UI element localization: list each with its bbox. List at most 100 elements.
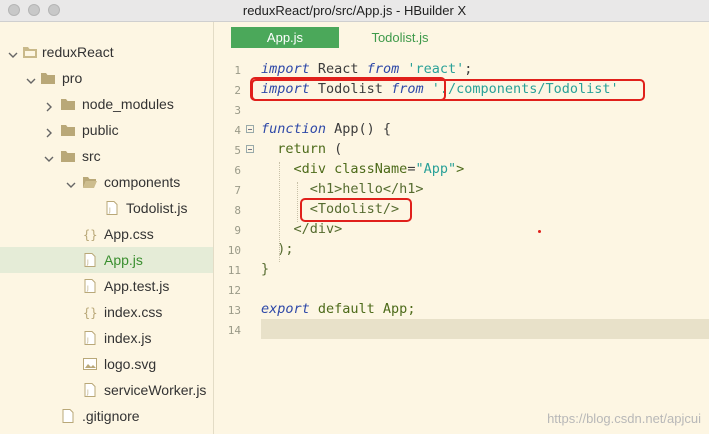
svg-text:J: J	[86, 259, 89, 266]
string-literal: "App"	[415, 161, 457, 177]
code-line-11: }	[261, 261, 270, 277]
code-editor[interactable]: App.js Todolist.js 1 2 3 4 5 6 7 8 9 10 …	[215, 22, 709, 434]
tree-item-label: index.js	[104, 330, 152, 346]
tree-item-logo-svg[interactable]: logo.svg	[0, 351, 213, 377]
tree-item-label: pro	[62, 70, 83, 86]
code-line-1: import React from 'react';	[261, 61, 472, 77]
keyword: return	[261, 141, 327, 157]
tree-item-index-css[interactable]: {} index.css	[0, 299, 213, 325]
fold-toggle-icon[interactable]	[246, 125, 254, 133]
identifier: React	[309, 61, 367, 77]
tree-item-index-js[interactable]: Jindex.js	[0, 325, 213, 351]
svg-text:J: J	[86, 285, 89, 292]
line-number: 12	[227, 284, 241, 297]
js-file-icon: J	[104, 201, 120, 215]
line-number: 6	[234, 164, 241, 177]
js-file-icon: J	[82, 383, 98, 397]
tree-item-pro[interactable]: pro	[0, 65, 213, 91]
punctuation: () {	[358, 121, 392, 137]
tree-item-app-css[interactable]: {} App.css	[0, 221, 213, 247]
code-line-13: export default App;	[261, 301, 415, 317]
fold-toggle-icon[interactable]	[246, 145, 254, 153]
tree-item-label: public	[82, 122, 119, 138]
tree-item-reduxreact[interactable]: reduxReact	[0, 39, 213, 65]
tree-item-label: node_modules	[82, 96, 174, 112]
jsx-attribute: className	[326, 161, 408, 177]
line-number: 10	[227, 244, 241, 257]
tree-item-label: Todolist.js	[126, 200, 188, 216]
line-number: 7	[234, 184, 241, 197]
line-number: 9	[234, 224, 241, 237]
tree-item-label: components	[104, 174, 181, 190]
css-file-icon: {}	[82, 227, 98, 242]
tree-item-label: App.test.js	[104, 278, 170, 294]
folder-icon	[40, 71, 56, 85]
code-line-7: <h1>hello</h1>	[261, 181, 424, 197]
tree-item-app-test-js[interactable]: J App.test.js	[0, 273, 213, 299]
chevron-down-icon[interactable]	[66, 177, 76, 188]
code-line-9: </div>	[261, 221, 343, 237]
css-file-icon: {}	[82, 305, 98, 320]
code-line-6: <div className="App">	[261, 161, 465, 177]
folder-icon	[60, 123, 76, 137]
folder-icon	[60, 97, 76, 111]
highlight-box-import-todolist	[251, 79, 645, 101]
tree-item-label: index.css	[104, 304, 163, 320]
chevron-down-icon[interactable]	[8, 47, 18, 58]
punctuation: ;	[464, 61, 473, 77]
code-line-10: );	[261, 241, 294, 257]
chevron-down-icon[interactable]	[26, 73, 36, 84]
punctuation: (	[326, 141, 343, 157]
tab-todolist-js[interactable]: Todolist.js	[345, 27, 455, 48]
window-title: reduxReact/pro/src/App.js - HBuilder X	[242, 3, 467, 18]
tree-item-label: logo.svg	[104, 356, 157, 372]
tree-item-src[interactable]: src	[0, 143, 213, 169]
tree-item-gitignore[interactable]: .gitignore	[0, 403, 213, 429]
line-number: 4	[234, 124, 241, 137]
tree-item-label: serviceWorker.js	[104, 382, 207, 398]
js-file-icon: J	[82, 279, 98, 293]
line-number: 5	[234, 144, 241, 157]
chevron-down-icon[interactable]	[44, 151, 54, 162]
tree-item-public[interactable]: public	[0, 117, 213, 143]
chevron-right-icon[interactable]	[44, 125, 54, 138]
tree-item-components[interactable]: components	[0, 169, 213, 195]
code-line-4: function App() {	[261, 121, 391, 137]
tab-bar: App.js Todolist.js	[215, 22, 709, 54]
line-number: 2	[234, 84, 241, 97]
svg-text:J: J	[108, 207, 111, 214]
folder-open-icon	[82, 175, 98, 189]
identifier: App	[326, 121, 359, 137]
chevron-right-icon[interactable]	[44, 99, 54, 112]
jsx-tag: div	[301, 161, 327, 177]
keyword: function	[261, 121, 327, 137]
tree-item-label: src	[82, 148, 101, 164]
watermark: https://blog.csdn.net/apjcui	[547, 411, 701, 426]
annotation-dot	[538, 230, 541, 233]
project-explorer: reduxReact pro node_modulespublic src compon…	[0, 22, 214, 434]
project-folder-icon	[22, 45, 38, 59]
line-number: 1	[234, 64, 241, 77]
svg-text:J: J	[86, 389, 89, 396]
code-text: default App;	[309, 301, 416, 317]
code-line-5: return (	[261, 141, 342, 157]
tree-item-app-js[interactable]: J App.js	[0, 247, 213, 273]
tree-item-node-modules[interactable]: node_modules	[0, 91, 213, 117]
tree-item-label: reduxReact	[42, 44, 114, 60]
punctuation: >	[456, 161, 465, 177]
tree-item-label: App.js	[104, 252, 143, 268]
tree-item-todolist-js[interactable]: J Todolist.js	[0, 195, 213, 221]
line-number: 8	[234, 204, 241, 217]
title-bar: reduxReact/pro/src/App.js - HBuilder X	[0, 0, 709, 22]
current-line-highlight	[261, 319, 709, 339]
tree-item-label: .gitignore	[82, 408, 140, 424]
punctuation: <	[261, 161, 302, 177]
tree-item-serviceworker-js[interactable]: JserviceWorker.js	[0, 377, 213, 403]
svg-text:{}: {}	[83, 306, 97, 319]
js-file-icon: J	[82, 331, 98, 345]
folder-icon	[60, 149, 76, 163]
highlight-box-todolist-tag	[300, 198, 412, 222]
string-literal: 'react'	[399, 61, 465, 77]
line-number: 11	[227, 264, 241, 277]
image-file-icon	[82, 357, 98, 371]
